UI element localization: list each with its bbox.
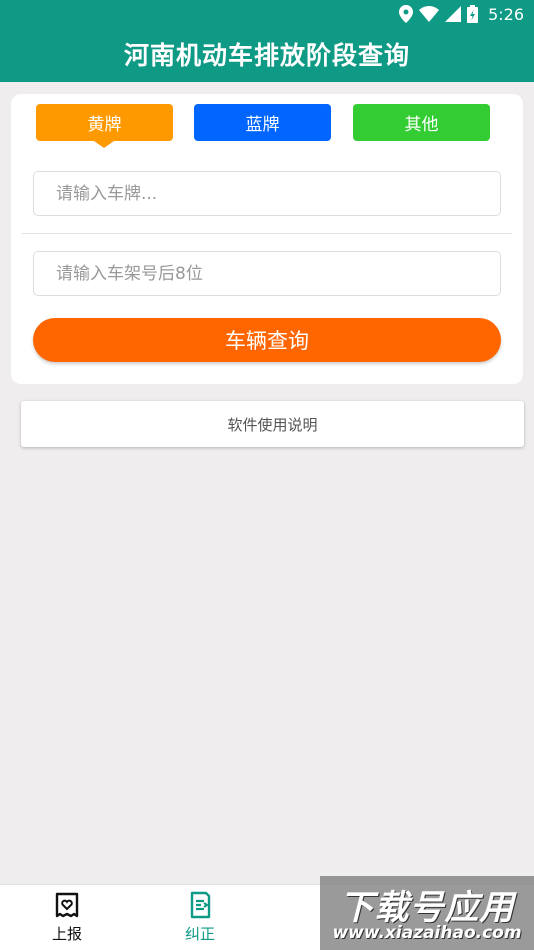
watermark-logo: 下载号应用 www.xiazaihao.com xyxy=(320,876,534,950)
plate-type-blue-button[interactable]: 蓝牌 xyxy=(194,104,331,141)
frame-number-input[interactable] xyxy=(33,251,501,296)
status-time: 5:26 xyxy=(488,4,524,24)
plate-type-other-button[interactable]: 其他 xyxy=(353,104,490,141)
app-header: 5:26 河南机动车排放阶段查询 xyxy=(0,0,534,82)
wifi-icon xyxy=(419,6,440,22)
watermark-url: www.xiazaihao.com xyxy=(332,923,522,943)
plate-type-yellow-button[interactable]: 黄牌 xyxy=(36,104,173,141)
plate-number-input[interactable] xyxy=(33,171,501,216)
watermark-text: 下载号应用 xyxy=(339,888,515,928)
edit-icon xyxy=(190,891,211,919)
vehicle-query-button[interactable]: 车辆查询 xyxy=(33,318,501,362)
battery-icon xyxy=(467,5,479,23)
selected-indicator xyxy=(94,141,114,148)
nav-item-correct[interactable]: 纠正 xyxy=(160,891,240,947)
divider xyxy=(22,233,512,234)
location-icon xyxy=(399,5,414,23)
status-bar: 5:26 xyxy=(399,4,524,24)
query-card: 黄牌 蓝牌 其他 车辆查询 xyxy=(11,94,523,384)
signal-icon xyxy=(445,6,462,22)
nav-label-report: 上报 xyxy=(51,925,82,943)
usage-instructions-button[interactable]: 软件使用说明 xyxy=(21,401,524,447)
nav-label-correct: 纠正 xyxy=(184,925,215,943)
page-title: 河南机动车排放阶段查询 xyxy=(123,41,410,70)
report-icon xyxy=(55,892,79,918)
nav-item-report[interactable]: 上报 xyxy=(27,891,107,947)
